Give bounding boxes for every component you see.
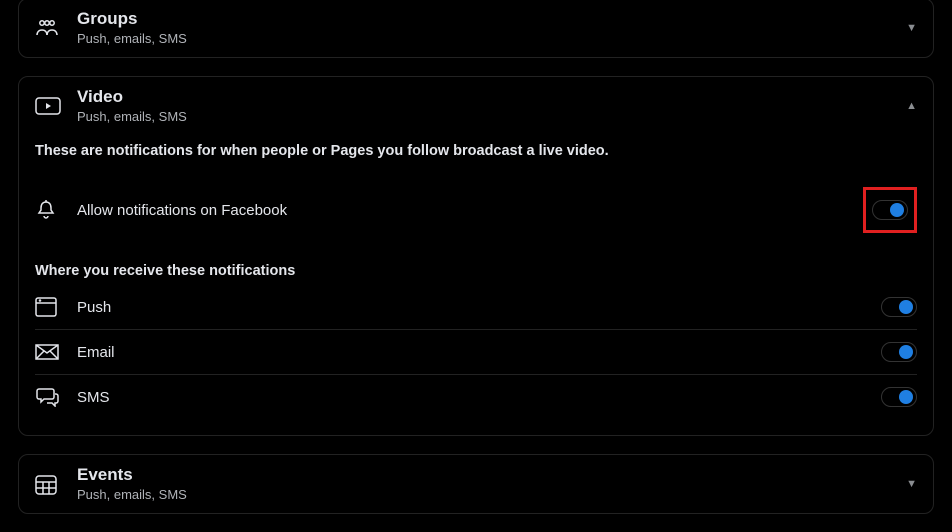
events-title: Events [77, 466, 906, 485]
push-row: Push [35, 285, 917, 330]
sms-toggle[interactable] [881, 387, 917, 407]
sms-row: SMS [35, 375, 917, 419]
section-groups-header[interactable]: Groups Push, emails, SMS ▼ [19, 0, 933, 57]
groups-sub: Push, emails, SMS [77, 31, 906, 46]
section-events-header[interactable]: Events Push, emails, SMS ▼ [19, 455, 933, 513]
section-video: Video Push, emails, SMS ▲ These are noti… [18, 76, 934, 436]
where-heading: Where you receive these notifications [35, 263, 917, 279]
allow-notifications-row: Allow notifications on Facebook [35, 175, 917, 245]
chat-icon [35, 387, 65, 407]
push-label: Push [77, 299, 881, 316]
calendar-icon [35, 473, 65, 495]
section-groups: Groups Push, emails, SMS ▼ [18, 0, 934, 58]
video-sub: Push, emails, SMS [77, 109, 906, 124]
email-row: Email [35, 330, 917, 375]
chevron-down-icon: ▼ [906, 22, 917, 34]
email-toggle[interactable] [881, 342, 917, 362]
section-video-header[interactable]: Video Push, emails, SMS ▲ [19, 77, 933, 135]
video-title: Video [77, 88, 906, 107]
events-sub: Push, emails, SMS [77, 487, 906, 502]
sms-label: SMS [77, 389, 881, 406]
groups-icon [35, 18, 65, 38]
chevron-down-icon: ▼ [906, 478, 917, 490]
groups-title: Groups [77, 10, 906, 29]
email-icon [35, 344, 65, 360]
video-icon [35, 97, 65, 115]
email-label: Email [77, 344, 881, 361]
browser-icon [35, 297, 65, 317]
bell-icon [35, 199, 65, 221]
allow-notifications-label: Allow notifications on Facebook [77, 202, 863, 219]
push-toggle[interactable] [881, 297, 917, 317]
allow-notifications-toggle[interactable] [872, 200, 908, 220]
section-events: Events Push, emails, SMS ▼ [18, 454, 934, 514]
allow-toggle-highlight [863, 187, 917, 233]
chevron-up-icon: ▲ [906, 100, 917, 112]
video-description: These are notifications for when people … [35, 143, 917, 159]
